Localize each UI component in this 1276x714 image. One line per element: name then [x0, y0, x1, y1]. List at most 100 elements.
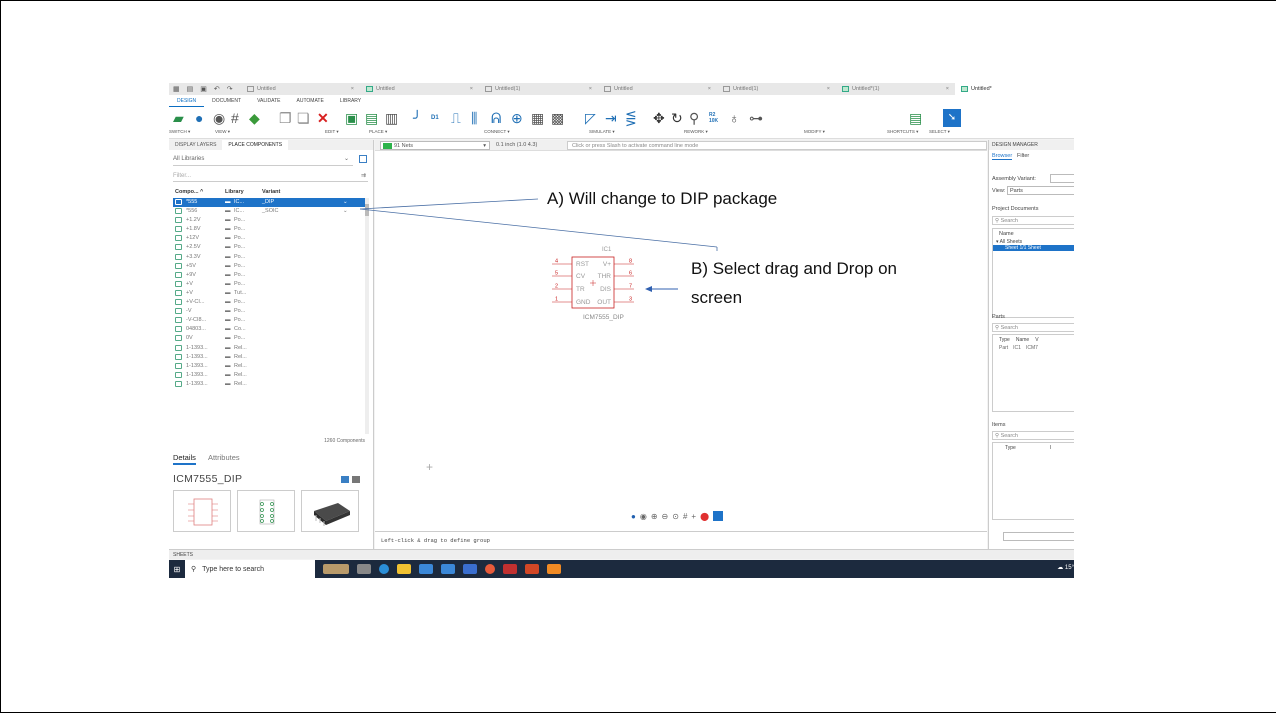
document-tab[interactable]: Untitled(1) ×: [479, 83, 598, 95]
store-icon[interactable]: [419, 564, 433, 574]
close-icon[interactable]: ×: [708, 86, 711, 92]
taskbar-search[interactable]: ⚲ Type here to search: [185, 560, 315, 578]
library-select[interactable]: All Libraries ⌄: [173, 153, 353, 166]
items-search-input[interactable]: ⚲ Search: [992, 431, 1074, 440]
document-tab[interactable]: Untitled ×: [360, 83, 479, 95]
table-row[interactable]: 04803... ▬ Co...: [173, 325, 365, 334]
column-header[interactable]: Variant: [262, 189, 280, 195]
select-icon[interactable]: ➘: [943, 109, 961, 127]
table-row[interactable]: 1-1393... ▬ Rel...: [173, 353, 365, 362]
variant-dropdown-icon[interactable]: ⌄: [343, 199, 348, 205]
view-select[interactable]: Parts: [1007, 186, 1074, 195]
panel-tab[interactable]: DISPLAY LAYERS: [169, 140, 222, 150]
edge-icon[interactable]: [379, 564, 389, 574]
ic1-symbol[interactable]: IC1 4 RST 5 CV 2 TR 1 GND 8 V+ 6 THR 7 DIS 3 OUT ICM75…: [545, 246, 675, 326]
ribbon-group-label[interactable]: EDIT ▾: [325, 129, 339, 135]
rework-bus-icon[interactable]: ⋚: [625, 109, 637, 127]
ribbon-group-label[interactable]: CONNECT ▾: [484, 129, 510, 135]
windows-start-icon[interactable]: ⊞: [169, 560, 185, 578]
close-icon[interactable]: ×: [589, 86, 592, 92]
table-row[interactable]: +V ▬ Tut...: [173, 289, 365, 298]
preview-icon[interactable]: [341, 476, 349, 483]
mail-icon[interactable]: [441, 564, 455, 574]
ribbon-group-label[interactable]: REWORK ▾: [684, 129, 708, 135]
table-row[interactable]: 1-1393... ▬ Rel...: [173, 371, 365, 380]
tab-filter[interactable]: Filter: [1017, 153, 1029, 159]
document-tab[interactable]: Untitled(1) ×: [717, 83, 836, 95]
table-row[interactable]: 1-1393... ▬ Rel...: [173, 362, 365, 371]
ribbon-group-label[interactable]: MODIFY ▾: [804, 129, 825, 135]
document-tab[interactable]: Untitled ×: [598, 83, 717, 95]
file-explorer-icon[interactable]: [397, 564, 411, 574]
column-header[interactable]: Library: [225, 189, 244, 195]
optimize-icon[interactable]: ⊶: [749, 109, 763, 127]
table-row[interactable]: 1-1393... ▬ Rel...: [173, 344, 365, 353]
table-row[interactable]: -V ▬ Po...: [173, 307, 365, 316]
document-tab[interactable]: Untitled*: [955, 83, 1074, 95]
ribbon-group-label[interactable]: PLACE ▾: [369, 129, 387, 135]
task-view-icon[interactable]: [357, 564, 371, 574]
filter-input[interactable]: Filter... ⇉: [173, 170, 368, 182]
select-icon[interactable]: [713, 511, 724, 521]
column-header[interactable]: Compo... ^: [175, 189, 203, 195]
ribbon-tab-document[interactable]: DOCUMENT: [204, 98, 249, 107]
paste-icon[interactable]: ❏: [297, 109, 310, 127]
table-row[interactable]: +1.8V ▬ Po...: [173, 225, 365, 234]
copy-icon[interactable]: ❐: [279, 109, 292, 127]
tab-details[interactable]: Details: [173, 453, 196, 465]
variant-dropdown-icon[interactable]: ⌄: [343, 208, 348, 214]
scrollbar-thumb[interactable]: [365, 204, 369, 216]
table-row[interactable]: +5V ▬ Po...: [173, 262, 365, 271]
close-icon[interactable]: ×: [827, 86, 830, 92]
probe-icon[interactable]: ᕱ: [491, 109, 501, 127]
crosshair-icon[interactable]: +: [691, 512, 696, 521]
quick-access-icon[interactable]: ↷: [227, 85, 233, 93]
sheets-bar[interactable]: SHEETS: [169, 549, 1074, 559]
table-row[interactable]: 0V ▬ Po...: [173, 334, 365, 343]
table-row[interactable]: +12V ▬ Po...: [173, 234, 365, 243]
settings-icon[interactable]: [352, 476, 360, 483]
powerpoint-icon[interactable]: [525, 564, 539, 574]
ribbon-group-label[interactable]: SIMULATE ▾: [589, 129, 615, 135]
ribbon-tab-library[interactable]: LIBRARY: [332, 98, 369, 107]
table-row[interactable]: +3.3V ▬ Po...: [173, 253, 365, 262]
rework-line-icon[interactable]: ◸: [585, 109, 596, 127]
ribbon-group-label[interactable]: VIEW ▾: [215, 129, 230, 135]
zoom-in-icon[interactable]: ⊕: [651, 512, 658, 521]
close-icon[interactable]: ×: [351, 86, 354, 92]
command-line-input[interactable]: Click or press Slash to activate command…: [567, 141, 987, 150]
ribbon-tab-validate[interactable]: VALIDATE: [249, 98, 288, 107]
open-icon[interactable]: ▥: [385, 109, 398, 127]
bus-icon[interactable]: ⫼: [471, 109, 477, 127]
fusion-icon[interactable]: [547, 564, 561, 574]
place-board-icon[interactable]: ▤: [365, 109, 378, 127]
project-search-input[interactable]: ⚲ Search: [992, 216, 1074, 225]
document-tab[interactable]: Untitled ×: [241, 83, 360, 95]
layers-icon[interactable]: ◆: [249, 109, 260, 127]
value-icon[interactable]: R2 10K: [709, 112, 718, 130]
table-row[interactable]: +V-CI... ▬ Po...: [173, 298, 365, 307]
filter-options-icon[interactable]: ⇉: [361, 170, 366, 182]
tree-item-sheet[interactable]: Sheet 1/1 Sheet: [993, 245, 1074, 251]
close-icon[interactable]: ×: [470, 86, 473, 92]
rework-arrow-icon[interactable]: ⇥: [605, 109, 617, 127]
weather-widget-icon[interactable]: [323, 564, 349, 574]
chrome-icon[interactable]: [485, 564, 495, 574]
access-icon[interactable]: [503, 564, 517, 574]
table-row[interactable]: +9V ▬ Po...: [173, 271, 365, 280]
zoom-out-icon[interactable]: ⊖: [662, 512, 669, 521]
tab-browser[interactable]: Browser: [992, 153, 1013, 160]
assembly-variant-input[interactable]: [1050, 174, 1074, 183]
zoom-fit-icon[interactable]: ⊙: [672, 512, 679, 521]
quick-access-icon[interactable]: ▦: [173, 85, 180, 93]
ribbon-tab-automate[interactable]: AUTOMATE: [289, 98, 332, 107]
tab-attributes[interactable]: Attributes: [208, 453, 240, 465]
wire-icon[interactable]: ╯: [413, 109, 421, 127]
move-icon[interactable]: ✥: [653, 109, 665, 127]
eye-icon[interactable]: ◉: [213, 109, 225, 127]
ribbon-group-label[interactable]: SHORTCUTS ▾: [887, 129, 918, 135]
table-row[interactable]: 1-1393... ▬ Rel...: [173, 380, 365, 389]
table-row[interactable]: +1.2V ▬ Po...: [173, 216, 365, 225]
library-manager-icon[interactable]: [359, 155, 367, 163]
table-row[interactable]: *556 ▬ IC... _SOIC ⌄: [173, 207, 365, 216]
